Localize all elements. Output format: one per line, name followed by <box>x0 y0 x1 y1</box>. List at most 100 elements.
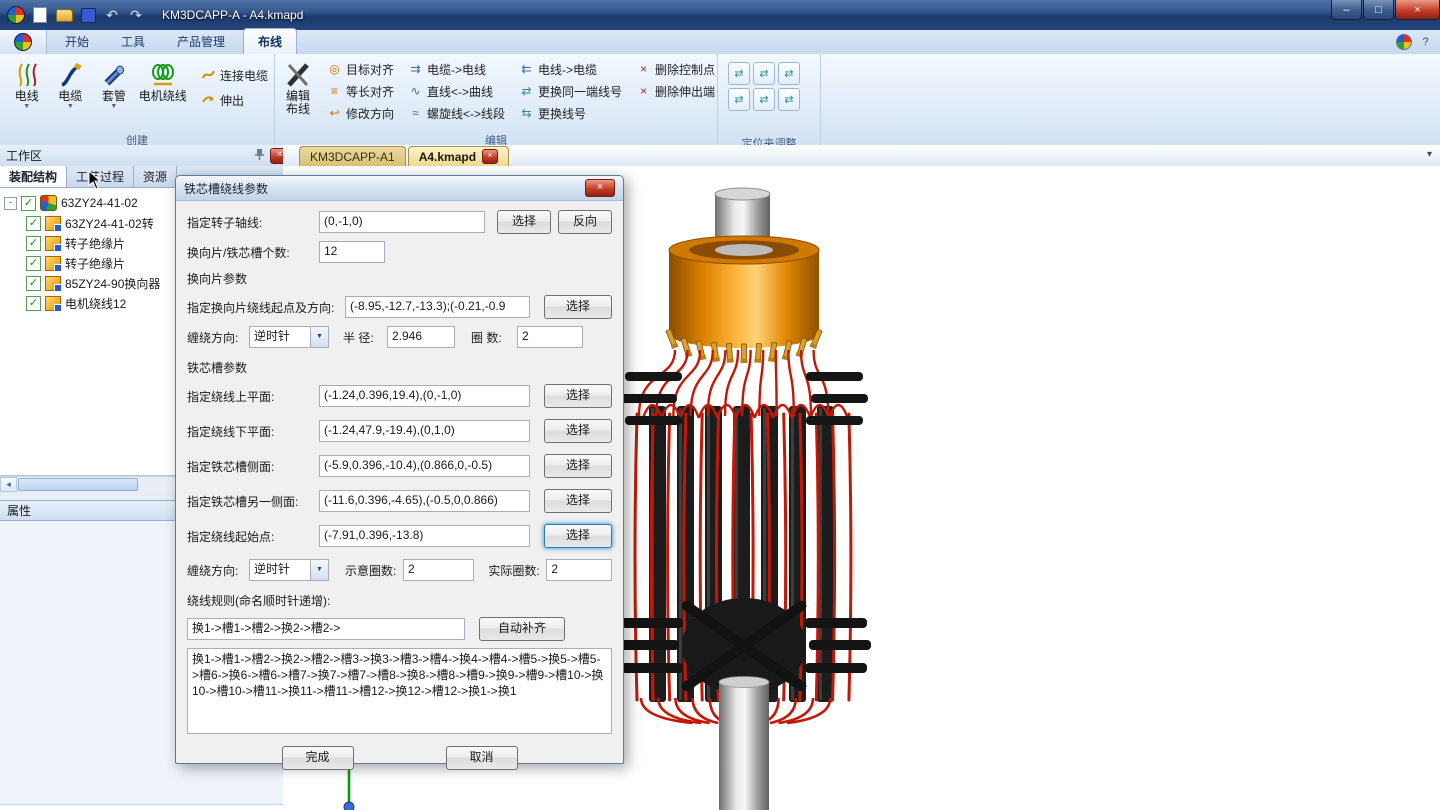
extend-button[interactable]: 伸出 <box>197 90 272 110</box>
wind-direction-dropdown[interactable]: 逆时针 ▼ <box>249 326 329 348</box>
slot-other-side-field[interactable]: (-11.6,0.396,-4.65),(-0.5,0,0.866) <box>319 490 530 512</box>
doc-tabs-overflow-icon[interactable]: ▾ <box>1427 149 1432 160</box>
doc-tab-close-icon[interactable]: × <box>482 149 498 164</box>
slot-count-label: 换向片/铁芯槽个数: <box>187 244 319 261</box>
expander-icon[interactable]: - <box>4 197 17 210</box>
scroll-left-icon[interactable]: ◂ <box>0 477 17 492</box>
slot-count-field[interactable]: 12 <box>319 241 385 263</box>
autofill-button[interactable]: 自动补齐 <box>479 617 565 641</box>
slot-side-field[interactable]: (-5.9,0.396,-10.4),(0.866,0,-0.5) <box>319 455 530 477</box>
connect-cable-button[interactable]: 连接电缆 <box>197 65 272 85</box>
folder-glyph <box>56 9 73 22</box>
slot-side-select-button[interactable]: 选择 <box>544 454 612 478</box>
close-button[interactable]: × <box>1395 0 1440 20</box>
pin-icon[interactable] <box>254 148 265 164</box>
line-curve-icon: ∿ <box>408 84 423 98</box>
root-checkbox[interactable]: ✓ <box>21 196 36 211</box>
start-point-field[interactable]: (-7.91,0.396,-13.8) <box>319 525 530 547</box>
color-scheme-icon[interactable] <box>1395 33 1412 50</box>
maximize-button[interactable]: □ <box>1363 0 1394 20</box>
tab-routing[interactable]: 布线 <box>243 28 297 54</box>
swap-same-end-number-icon: ⇄ <box>519 84 534 98</box>
position-adjust-button-4[interactable]: ⇄ <box>728 88 750 111</box>
helix-segment-button[interactable]: ≈ 螺旋线<->线段 <box>404 103 509 123</box>
upper-plane-row: 指定绕线上平面: (-1.24,0.396,19.4),(0,-1,0) 选择 <box>187 384 612 408</box>
workspace-title: 工作区 <box>6 147 42 164</box>
lower-plane-row: 指定绕线下平面: (-1.24,47.9,-19.4),(0,1,0) 选择 <box>187 419 612 443</box>
tab-assembly-structure[interactable]: 装配结构 <box>0 166 67 187</box>
position-adjust-button-6[interactable]: ⇄ <box>778 88 800 111</box>
slot-count-row: 换向片/铁芯槽个数: 12 <box>187 241 612 263</box>
item-checkbox[interactable]: ✓ <box>26 276 41 291</box>
scrollbar-thumb[interactable] <box>18 478 138 491</box>
redo-icon[interactable]: ↷ <box>126 6 146 24</box>
connect-cable-label: 连接电缆 <box>220 67 268 84</box>
doc-tab-km3dcapp-a1[interactable]: KM3DCAPP-A1 <box>299 146 406 166</box>
lower-plane-field[interactable]: (-1.24,47.9,-19.4),(0,1,0) <box>319 420 530 442</box>
dialog-titlebar[interactable]: 铁芯槽绕线参数 × <box>176 176 623 201</box>
modify-direction-button[interactable]: ↩ 修改方向 <box>323 103 398 123</box>
start-point-select-button[interactable]: 选择 <box>544 524 612 548</box>
upper-plane-field[interactable]: (-1.24,0.396,19.4),(0,-1,0) <box>319 385 530 407</box>
commutator-start-select-button[interactable]: 选择 <box>544 295 612 319</box>
item-checkbox[interactable]: ✓ <box>26 216 41 231</box>
cancel-button[interactable]: 取消 <box>446 746 518 770</box>
slot-other-side-label: 指定铁芯槽另一侧面: <box>187 493 319 510</box>
help-icon[interactable]: ? <box>1417 33 1434 50</box>
undo-icon[interactable]: ↶ <box>102 6 122 24</box>
tab-tools[interactable]: 工具 <box>107 29 159 54</box>
commutator-start-field[interactable]: (-8.95,-12.7,-13.3);(-0.21,-0.9 <box>345 296 530 318</box>
open-folder-icon[interactable] <box>54 6 74 24</box>
rule-text-area[interactable]: 换1->槽1->槽2->换2->槽2->槽3->换3->槽3->槽4->换4->… <box>187 648 612 734</box>
slot-other-side-select-button[interactable]: 选择 <box>544 489 612 513</box>
tab-product-management[interactable]: 产品管理 <box>163 29 239 54</box>
application-window: ↶ ↷ KM3DCAPP-A - A4.kmapd – □ × 开始 工具 产品… <box>0 0 1440 810</box>
swap-same-end-number-label: 更换同一端线号 <box>538 83 622 100</box>
wind-direction2-dropdown[interactable]: 逆时针 ▼ <box>249 559 329 581</box>
swap-number-button[interactable]: ⇆ 更换线号 <box>515 103 626 123</box>
tab-resources[interactable]: 资源 <box>134 166 177 187</box>
line-curve-button[interactable]: ∿ 直线<->曲线 <box>404 81 509 101</box>
position-adjust-button-3[interactable]: ⇄ <box>778 62 800 85</box>
dialog-buttons: 完成 取消 <box>187 746 612 770</box>
position-adjust-button-5[interactable]: ⇄ <box>753 88 775 111</box>
scheme-glyph <box>1396 34 1412 50</box>
radius-label: 半 径: <box>343 329 387 346</box>
cable-icon <box>50 60 92 90</box>
swap-same-end-number-button[interactable]: ⇄ 更换同一端线号 <box>515 81 626 101</box>
actual-turns-field[interactable]: 2 <box>546 559 612 581</box>
lower-plane-select-button[interactable]: 选择 <box>544 419 612 443</box>
item-checkbox[interactable]: ✓ <box>26 236 41 251</box>
position-adjust-button-1[interactable]: ⇄ <box>728 62 750 85</box>
target-align-button[interactable]: ◎ 目标对齐 <box>323 59 398 79</box>
finish-button[interactable]: 完成 <box>282 746 354 770</box>
minimize-button[interactable]: – <box>1331 0 1362 20</box>
save-icon[interactable] <box>78 6 98 24</box>
radius-field[interactable]: 2.946 <box>387 326 455 348</box>
delete-extension-button[interactable]: × 删除伸出端 <box>632 81 719 101</box>
item-checkbox[interactable]: ✓ <box>26 256 41 271</box>
tab-start[interactable]: 开始 <box>51 29 103 54</box>
equal-length-align-button[interactable]: ≡ 等长对齐 <box>323 81 398 101</box>
app-logo-icon[interactable] <box>6 6 26 24</box>
rotor-axis-reverse-button[interactable]: 反向 <box>558 210 612 234</box>
turns-field[interactable]: 2 <box>517 326 583 348</box>
rule-input-row: 换1->槽1->槽2->换2->槽2-> 自动补齐 <box>187 617 612 641</box>
commutator-start-label: 指定换向片绕线起点及方向: <box>187 299 345 316</box>
rule-input-field[interactable]: 换1->槽1->槽2->换2->槽2-> <box>187 618 465 640</box>
rotor-axis-select-button[interactable]: 选择 <box>497 210 551 234</box>
position-adjust-button-2[interactable]: ⇄ <box>753 62 775 85</box>
new-document-icon[interactable] <box>30 6 50 24</box>
doc-tab-a4-kmapd[interactable]: A4.kmapd × <box>408 146 509 166</box>
doc-tab1-label: KM3DCAPP-A1 <box>310 150 395 164</box>
delete-control-point-button[interactable]: × 删除控制点 <box>632 59 719 79</box>
dialog-close-icon[interactable]: × <box>585 179 615 197</box>
cable-to-wire-button[interactable]: ⇉ 电缆->电线 <box>404 59 509 79</box>
app-menu-button[interactable] <box>0 30 47 54</box>
item-checkbox[interactable]: ✓ <box>26 296 41 311</box>
rotor-axis-field[interactable]: (0,-1,0) <box>319 211 485 233</box>
upper-plane-select-button[interactable]: 选择 <box>544 384 612 408</box>
slot-side-label: 指定铁芯槽侧面: <box>187 458 319 475</box>
demo-turns-field[interactable]: 2 <box>403 559 474 581</box>
wire-to-cable-button[interactable]: ⇇ 电线->电缆 <box>515 59 626 79</box>
